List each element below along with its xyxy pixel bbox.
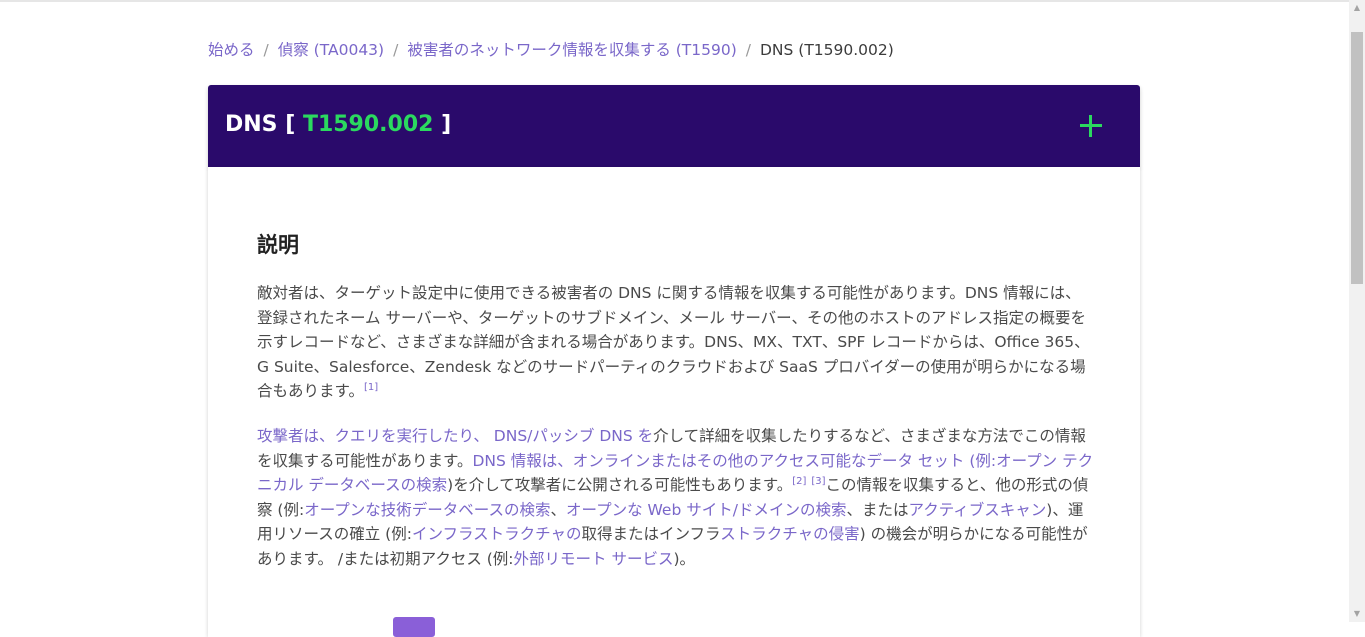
top-border — [0, 0, 1349, 2]
paragraph-text: 取得またはインフラ — [581, 525, 721, 544]
technique-card-body: 説明 敵対者は、ターゲット設定中に使用できる被害者の DNS に関する情報を収集… — [208, 167, 1140, 637]
paragraph-text: )。 — [673, 549, 696, 568]
breadcrumb-separator: / — [263, 41, 269, 59]
paragraph-text: 、 — [550, 500, 567, 519]
link-search-open-tech-db[interactable]: オープンな技術データベースの検索 — [304, 501, 550, 519]
technique-card-header[interactable]: DNS [ T1590.002 ] — [208, 85, 1140, 167]
breadcrumb: 始める / 偵察 (TA0043) / 被害者のネットワーク情報を収集する (T1590… — [208, 38, 894, 60]
vertical-scrollbar[interactable]: ▲ ▼ — [1349, 0, 1365, 622]
section-badge — [393, 617, 435, 637]
reference-link[interactable]: [3] — [811, 476, 825, 487]
bracket-open: [ — [285, 112, 296, 137]
reference-link[interactable]: [1] — [364, 382, 378, 393]
bracket-close: ] — [441, 112, 452, 137]
breadcrumb-item-getting-started[interactable]: 始める — [208, 41, 255, 59]
link-compromise-infrastructure[interactable]: ストラクチャの侵害 — [720, 525, 859, 543]
scroll-down-icon[interactable]: ▼ — [1349, 606, 1365, 622]
scrollbar-thumb[interactable] — [1351, 32, 1363, 284]
plus-icon[interactable] — [1080, 115, 1102, 137]
link-active-scanning[interactable]: アクティブスキャン — [908, 501, 1046, 519]
breadcrumb-separator: / — [393, 41, 399, 59]
description-heading: 説明 — [257, 233, 299, 257]
breadcrumb-separator: / — [745, 41, 751, 59]
reference-link[interactable]: [2] — [792, 476, 806, 487]
paragraph-text: 、または — [846, 500, 909, 519]
paragraph-text: 敵対者は、ターゲット設定中に使用できる被害者の DNS に関する情報を収集する可… — [257, 284, 1090, 401]
link-acquire-infrastructure[interactable]: インフラストラクチャの — [412, 525, 582, 543]
description-paragraph-1: 敵対者は、ターゲット設定中に使用できる被害者の DNS に関する情報を収集する可… — [257, 281, 1095, 404]
description-paragraph-2: 攻撃者は、クエリを実行したり、 DNS/パッシブ DNS を介して詳細を収集した… — [257, 424, 1095, 572]
technique-title: DNS [ T1590.002 ] — [225, 112, 451, 137]
paragraph-text: )を介して攻撃者に公開される可能性もあります。 — [447, 476, 793, 495]
link-external-remote-services[interactable]: 外部リモート サービス — [514, 550, 674, 568]
breadcrumb-item-reconnaissance[interactable]: 偵察 (TA0043) — [278, 41, 384, 59]
technique-name: DNS — [225, 112, 278, 137]
technique-id: T1590.002 — [302, 112, 434, 137]
breadcrumb-current: DNS (T1590.002) — [760, 41, 894, 59]
link-search-open-websites[interactable]: オープンな Web サイト/ドメインの検索 — [566, 501, 846, 519]
scroll-up-icon[interactable]: ▲ — [1349, 0, 1365, 16]
breadcrumb-item-gather-network-info[interactable]: 被害者のネットワーク情報を収集する (T1590) — [407, 41, 736, 59]
link-query-dns[interactable]: 攻撃者は、クエリを実行したり、 DNS/パッシブ DNS を — [257, 427, 653, 445]
